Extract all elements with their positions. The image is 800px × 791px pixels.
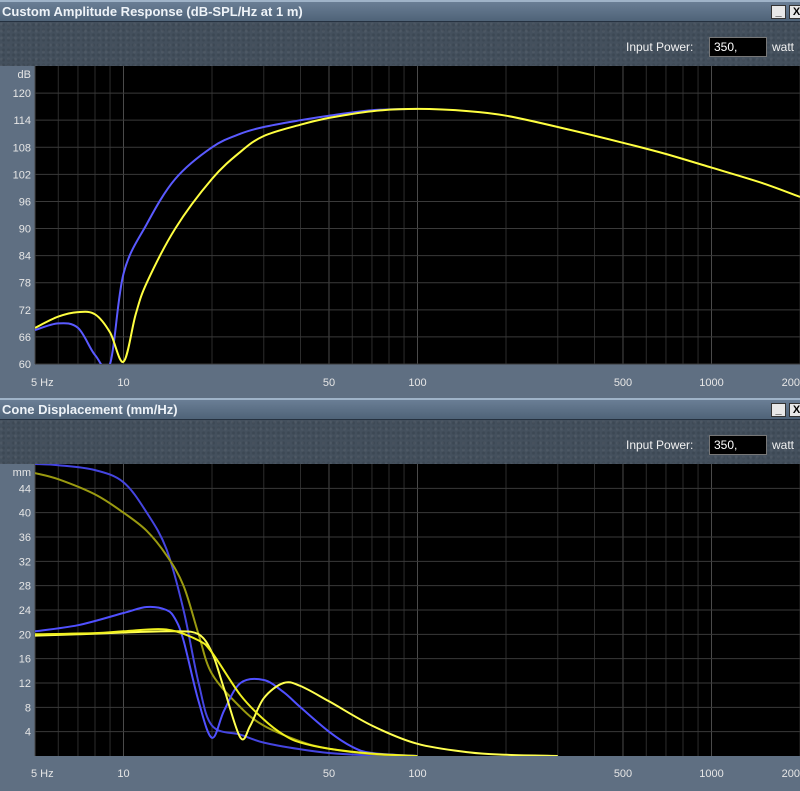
x-tick-label: 100 <box>408 768 426 780</box>
input-power-label: Input Power: <box>626 438 694 452</box>
amplitude-response-chart: 60 66 72 78 84 90 96 102 108 114 120 dB 5 Hz 10 50 100 5… <box>13 66 800 389</box>
x-tick-label: 1000 <box>699 768 723 780</box>
close-button[interactable]: X <box>789 5 800 19</box>
cone-displacement-panel: Cone Displacement (mm/Hz) _ X Input Powe… <box>0 398 800 791</box>
amplitude-response-panel: Custom Amplitude Response (dB-SPL/Hz at … <box>0 0 800 398</box>
x-tick-label: 1000 <box>699 377 723 389</box>
title-bar[interactable]: Custom Amplitude Response (dB-SPL/Hz at … <box>0 0 800 22</box>
y-tick-label: 12 <box>19 678 31 690</box>
y-tick-label: 8 <box>25 702 31 714</box>
x-tick-label: 500 <box>614 377 632 389</box>
input-power-field[interactable] <box>709 37 767 57</box>
x-tick-label: 5 Hz <box>31 768 54 780</box>
y-tick-label: 120 <box>13 88 31 100</box>
y-tick-label: 108 <box>13 142 31 154</box>
y-tick-label: 78 <box>19 278 31 290</box>
y-tick-label: 40 <box>19 508 31 520</box>
y-tick-label: 84 <box>19 251 31 263</box>
chart-area: 60 66 72 78 84 90 96 102 108 114 120 dB 5 Hz 10 50 100 5… <box>0 66 800 398</box>
x-tick-label: 10 <box>117 377 129 389</box>
input-power-field[interactable] <box>709 435 767 455</box>
x-tick-label: 10 <box>117 768 129 780</box>
minimize-button[interactable]: _ <box>771 5 786 19</box>
y-tick-label: 32 <box>19 556 31 568</box>
input-power-unit: watt <box>772 438 795 452</box>
y-tick-label: 20 <box>19 629 31 641</box>
y-tick-label: 28 <box>19 581 31 593</box>
y-tick-label: 4 <box>25 727 31 739</box>
y-axis-unit-label: dB <box>18 69 31 81</box>
chart-area: 4 8 12 16 20 24 28 32 36 40 44 mm 5 Hz 10 50 100 500 1000… <box>0 464 800 791</box>
x-tick-label: 500 <box>614 768 632 780</box>
toolbar: Input Power: watt <box>0 420 800 464</box>
close-button[interactable]: X <box>789 403 800 417</box>
x-tick-label: 200 <box>782 377 800 389</box>
x-tick-label: 200 <box>782 768 800 780</box>
y-tick-label: 44 <box>19 483 31 495</box>
x-tick-label: 100 <box>408 377 426 389</box>
y-tick-label: 36 <box>19 532 31 544</box>
y-tick-label: 114 <box>13 115 31 127</box>
y-axis-unit-label: mm <box>13 467 31 479</box>
toolbar: Input Power: watt <box>0 22 800 66</box>
y-tick-label: 96 <box>19 196 31 208</box>
panel-title: Custom Amplitude Response (dB-SPL/Hz at … <box>2 4 303 19</box>
cone-displacement-chart: 4 8 12 16 20 24 28 32 36 40 44 mm 5 Hz 10 50 100 500 1000… <box>13 464 800 780</box>
x-tick-label: 5 Hz <box>31 377 54 389</box>
x-tick-label: 50 <box>323 768 335 780</box>
input-power-unit: watt <box>772 40 795 54</box>
minimize-button[interactable]: _ <box>771 403 786 417</box>
title-bar[interactable]: Cone Displacement (mm/Hz) _ X <box>0 398 800 420</box>
x-tick-label: 50 <box>323 377 335 389</box>
input-power-label: Input Power: <box>626 40 694 54</box>
panel-title: Cone Displacement (mm/Hz) <box>2 402 178 417</box>
y-tick-label: 60 <box>19 359 31 371</box>
y-tick-label: 24 <box>19 605 31 617</box>
y-tick-label: 16 <box>19 654 31 666</box>
y-tick-label: 72 <box>19 305 31 317</box>
y-tick-label: 66 <box>19 332 31 344</box>
y-tick-label: 90 <box>19 224 31 236</box>
y-tick-label: 102 <box>13 169 31 181</box>
